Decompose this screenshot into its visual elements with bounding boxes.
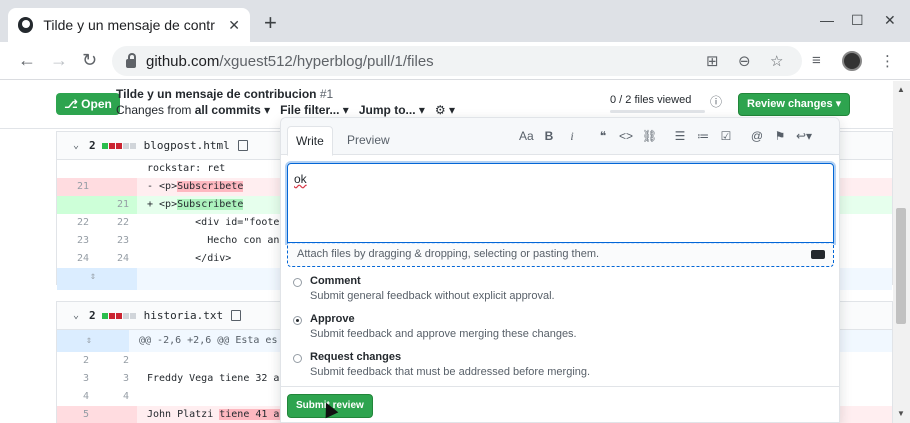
page-scrollbar[interactable]: ▲ ▼ bbox=[893, 81, 910, 423]
pr-subnav: Changes from all commits ▾ File filter..… bbox=[116, 103, 455, 117]
expand-icon: ⇕ bbox=[57, 268, 137, 290]
request-changes-radio[interactable] bbox=[293, 354, 302, 363]
editor-tabs: Write Preview Aa B i ❝ <> ⛓ ☰ ≔ ☑ @ ⚑ ↩▾ bbox=[281, 118, 839, 156]
chevron-down-icon[interactable]: ⌄ bbox=[73, 310, 79, 321]
code-icon[interactable]: <> bbox=[619, 129, 633, 144]
link-icon[interactable]: ⛓ bbox=[642, 129, 657, 144]
file-name[interactable]: historia.txt bbox=[144, 309, 223, 322]
attach-files-area[interactable]: Attach files by dragging & dropping, sel… bbox=[287, 243, 834, 267]
markdown-toolbar: Aa B i ❝ <> ⛓ ☰ ≔ ☑ @ ⚑ ↩▾ bbox=[519, 129, 812, 144]
tab-title: Tilde y un mensaje de contr bbox=[43, 17, 215, 33]
file-name[interactable]: blogpost.html bbox=[144, 139, 230, 152]
reload-icon[interactable]: ↻ bbox=[82, 51, 97, 69]
diffstat bbox=[101, 312, 136, 319]
comment-radio[interactable] bbox=[293, 278, 302, 287]
page-title: Tilde y un mensaje de contribucion #1 bbox=[116, 87, 334, 101]
tab-preview[interactable]: Preview bbox=[339, 126, 398, 156]
numbered-list-icon[interactable]: ≔ bbox=[696, 129, 710, 144]
close-window-icon[interactable]: ✕ bbox=[884, 12, 896, 29]
maximize-icon[interactable]: ☐ bbox=[851, 12, 864, 29]
close-tab-icon[interactable]: ✕ bbox=[228, 17, 240, 34]
reply-icon[interactable]: ↩▾ bbox=[796, 129, 812, 144]
review-popover: Write Preview Aa B i ❝ <> ⛓ ☰ ≔ ☑ @ ⚑ ↩▾… bbox=[280, 117, 840, 423]
bold-icon[interactable]: B bbox=[542, 129, 556, 144]
scroll-thumb[interactable] bbox=[896, 208, 906, 324]
browser-tab[interactable]: Tilde y un mensaje de contr ✕ bbox=[8, 8, 250, 42]
profile-avatar[interactable] bbox=[842, 51, 862, 71]
markdown-icon bbox=[811, 250, 825, 259]
chevron-down-icon[interactable]: ⌄ bbox=[73, 140, 79, 151]
back-icon[interactable]: ← bbox=[18, 51, 36, 69]
bulleted-list-icon[interactable]: ☰ bbox=[673, 129, 687, 144]
changes-from[interactable]: Changes from all commits ▾ bbox=[116, 103, 270, 117]
gear-icon[interactable]: ⚙ ▾ bbox=[435, 103, 455, 117]
task-list-icon[interactable]: ☑ bbox=[719, 129, 733, 144]
media-icon[interactable]: ≡ bbox=[812, 52, 821, 69]
mention-icon[interactable]: @ bbox=[750, 129, 764, 144]
url-path: /xguest512/hyperblog/pull/1/files bbox=[219, 52, 434, 70]
expand-icon[interactable]: ⇕ bbox=[57, 330, 129, 352]
new-tab-icon[interactable]: + bbox=[264, 12, 277, 34]
file-filter[interactable]: File filter... ▾ bbox=[280, 103, 349, 117]
italic-icon[interactable]: i bbox=[565, 129, 579, 144]
forward-icon[interactable]: → bbox=[50, 51, 68, 69]
diff-count: 2 bbox=[89, 139, 96, 152]
browser-toolbar: ← → ↻ github.com/xguest512/hyperblog/pul… bbox=[0, 42, 910, 80]
files-viewed-progress bbox=[610, 110, 705, 113]
menu-icon[interactable]: ⋮ bbox=[880, 52, 895, 70]
comment-textarea[interactable]: ok bbox=[287, 163, 834, 243]
popover-footer: Submit review bbox=[281, 386, 839, 422]
bookmark-star-icon[interactable]: ☆ bbox=[770, 52, 783, 70]
translate-icon[interactable]: ⊞ bbox=[706, 52, 719, 70]
jump-to[interactable]: Jump to... ▾ bbox=[359, 103, 425, 117]
files-viewed: 0 / 2 files viewed bbox=[610, 94, 692, 106]
reference-icon[interactable]: ⚑ bbox=[773, 129, 787, 144]
minimize-icon[interactable]: — bbox=[820, 12, 834, 28]
tab-write[interactable]: Write bbox=[287, 126, 333, 156]
scroll-down-icon[interactable]: ▼ bbox=[897, 409, 905, 418]
status-badge: ⎇ Open bbox=[56, 93, 120, 115]
diffstat bbox=[101, 142, 136, 149]
info-icon[interactable]: ⓘ bbox=[710, 93, 722, 110]
zoom-icon[interactable]: ⊖ bbox=[738, 52, 751, 70]
heading-icon[interactable]: Aa bbox=[519, 129, 534, 144]
pr-number: #1 bbox=[319, 87, 334, 101]
copy-icon[interactable] bbox=[231, 310, 242, 321]
github-icon bbox=[18, 17, 34, 33]
address-bar[interactable]: github.com/xguest512/hyperblog/pull/1/fi… bbox=[112, 46, 802, 76]
approve-radio[interactable] bbox=[293, 316, 302, 325]
browser-tabstrip: Tilde y un mensaje de contr ✕ + — ☐ ✕ bbox=[0, 0, 910, 42]
url-host: github.com bbox=[146, 52, 220, 70]
scroll-up-icon[interactable]: ▲ bbox=[897, 85, 905, 94]
quote-icon[interactable]: ❝ bbox=[596, 129, 610, 144]
review-changes-button[interactable]: Review changes ▾ bbox=[738, 93, 851, 116]
diff-count: 2 bbox=[89, 309, 96, 322]
copy-icon[interactable] bbox=[237, 140, 248, 151]
lock-icon bbox=[126, 52, 136, 68]
